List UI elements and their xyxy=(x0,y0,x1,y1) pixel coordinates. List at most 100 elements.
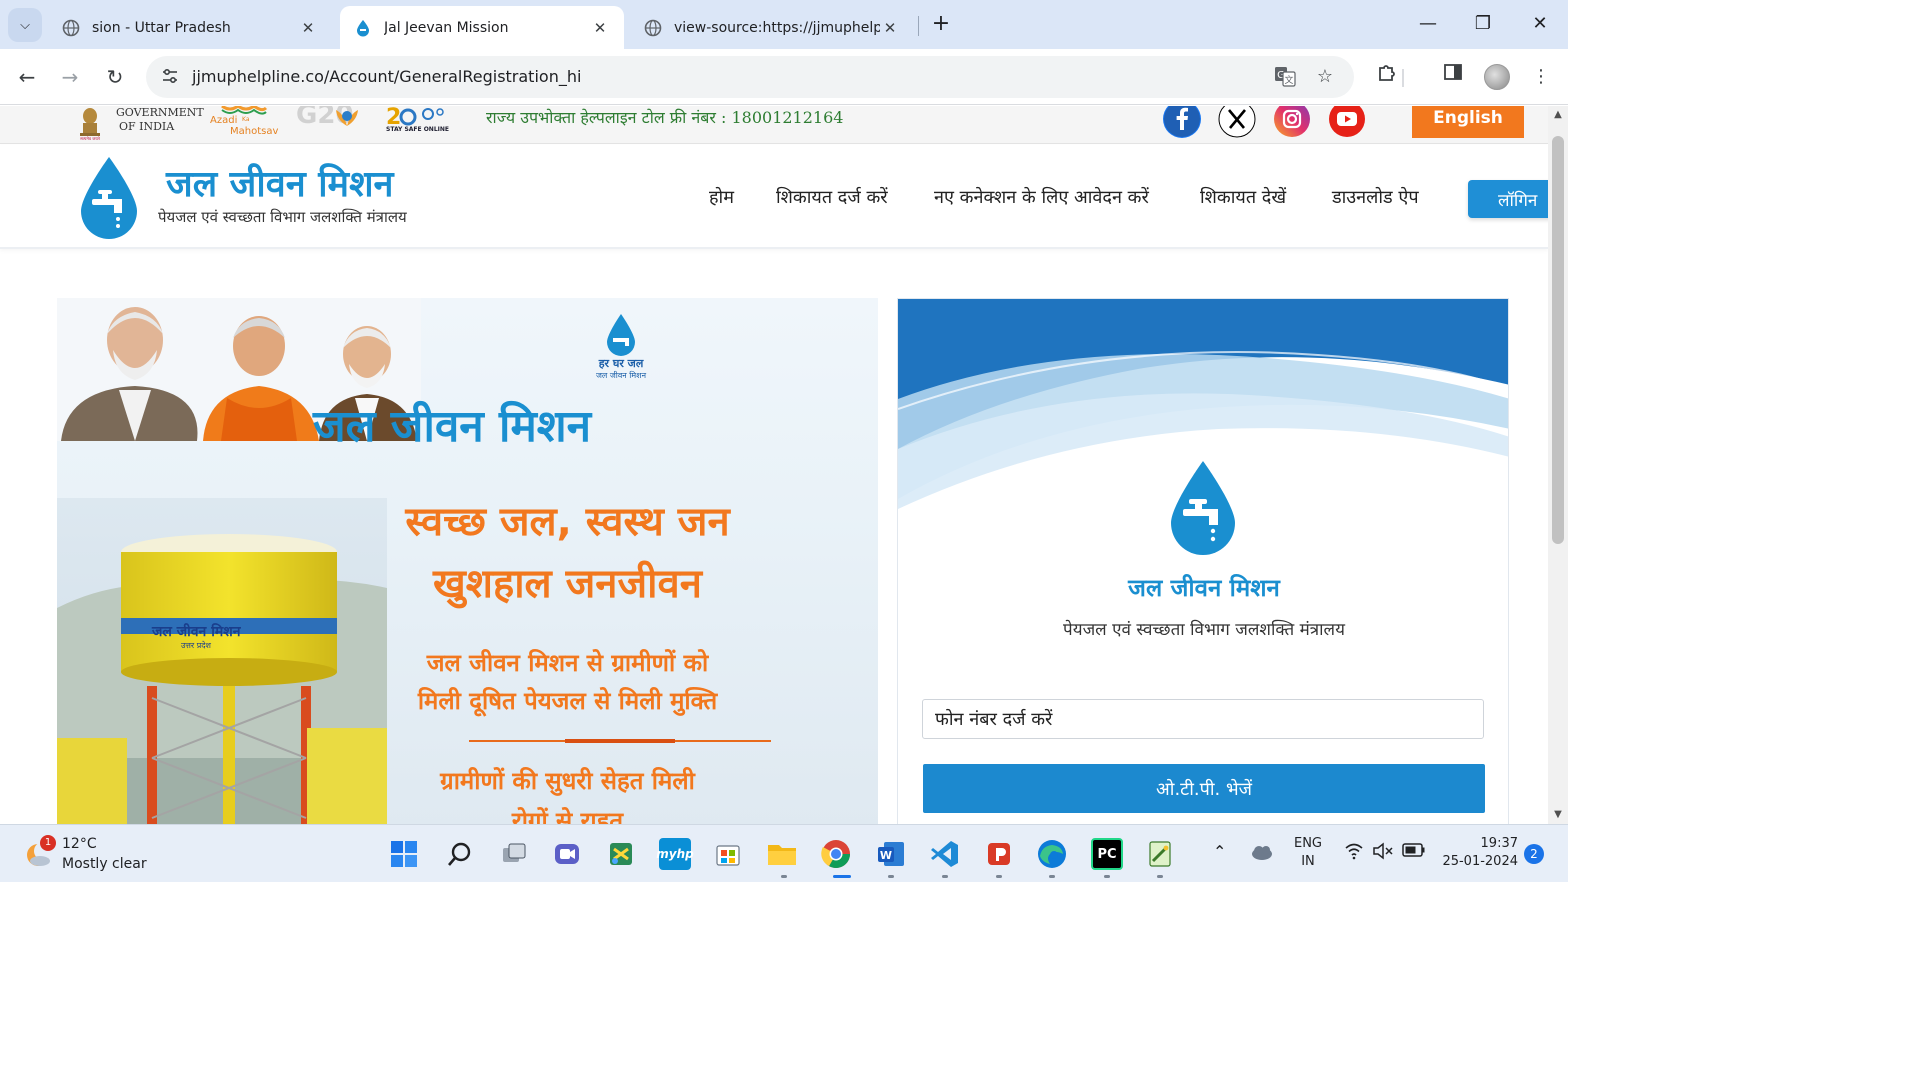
weather-temperature[interactable]: 12°C xyxy=(62,836,97,852)
nav-new-connection[interactable]: नए कनेक्शन के लिए आवेदन करें xyxy=(934,185,1149,209)
forward-arrow-icon[interactable]: → xyxy=(55,62,85,92)
toolbar-divider xyxy=(1402,69,1404,87)
language-indicator[interactable]: ENG IN xyxy=(1290,835,1326,871)
vertical-scrollbar[interactable]: ▲ ▼ xyxy=(1548,106,1568,824)
running-indicator xyxy=(781,875,787,878)
language-line1: ENG xyxy=(1293,836,1322,851)
tower-label-line1: जल जीवन मिशन xyxy=(152,624,241,640)
task-view-icon[interactable] xyxy=(498,838,530,870)
phone-number-input[interactable] xyxy=(922,699,1484,739)
tab-title: sion - Uttar Pradesh xyxy=(92,19,231,36)
tab-separator xyxy=(918,16,919,36)
banner-slogan-line1: स्वच्छ जल, स्वस्थ जन xyxy=(405,499,730,545)
profile-avatar[interactable] xyxy=(1484,64,1510,90)
stay-safe-online-logo: 2 STAY SAFE ONLINE xyxy=(384,106,449,138)
government-of-india-label: GOVERNMENT OF INDIA xyxy=(116,106,204,134)
battery-icon[interactable] xyxy=(1402,842,1426,862)
file-explorer-icon[interactable] xyxy=(766,838,798,870)
edge-icon[interactable] xyxy=(1036,838,1068,870)
teams-icon[interactable] xyxy=(551,838,583,870)
windows-start-icon[interactable] xyxy=(388,838,420,870)
banner-title: जल जीवन मिशन xyxy=(313,401,592,452)
puzzle-icon[interactable] xyxy=(1372,62,1402,92)
pycharm-icon[interactable]: PC xyxy=(1091,838,1123,870)
tab-view-source[interactable]: view-source:https://jjmuphelpli ✕ xyxy=(630,6,914,49)
running-indicator xyxy=(942,875,948,878)
windows-taskbar: 1 12°C Mostly clear myhp W PC ⌃ ENG IN 1… xyxy=(0,824,1568,882)
close-icon[interactable]: ✕ xyxy=(880,19,900,37)
weather-badge: 1 xyxy=(40,835,56,851)
scroll-down-arrow-icon[interactable]: ▼ xyxy=(1548,806,1568,824)
back-arrow-icon[interactable]: ← xyxy=(12,62,42,92)
english-language-button[interactable]: English xyxy=(1412,106,1524,138)
star-icon[interactable]: ☆ xyxy=(1312,65,1338,89)
chevron-up-icon[interactable]: ⌃ xyxy=(1213,842,1226,861)
close-icon[interactable]: ✕ xyxy=(1525,10,1555,38)
kebab-menu-icon[interactable]: ⋮ xyxy=(1526,62,1556,92)
tab-uttar-pradesh[interactable]: sion - Uttar Pradesh ✕ xyxy=(48,6,332,49)
nav-home[interactable]: होम xyxy=(709,185,734,209)
microsoft-store-icon[interactable] xyxy=(712,838,744,870)
search-icon[interactable] xyxy=(444,838,476,870)
language-line2: IN xyxy=(1301,854,1315,869)
youtube-icon[interactable] xyxy=(1328,106,1366,138)
system-clock[interactable]: 19:37 25-01-2024 xyxy=(1440,835,1518,871)
card-title: जल जीवन मिशन xyxy=(1128,574,1280,602)
nav-view-complaint[interactable]: शिकायत देखें xyxy=(1200,185,1286,209)
facebook-icon[interactable] xyxy=(1163,106,1201,138)
svg-text:W: W xyxy=(880,849,892,862)
nav-file-complaint[interactable]: शिकायत दर्ज करें xyxy=(776,185,888,209)
url-text[interactable]: jjmuphelpline.co/Account/GeneralRegistra… xyxy=(192,67,581,86)
weather-description[interactable]: Mostly clear xyxy=(62,856,147,872)
send-otp-button[interactable]: ओ.टी.पी. भेजें xyxy=(923,764,1485,813)
minimize-icon[interactable]: — xyxy=(1413,10,1443,38)
close-icon[interactable]: ✕ xyxy=(590,19,610,37)
browser-tab-bar: ⌵ sion - Uttar Pradesh ✕ Jal Jeevan Miss… xyxy=(0,0,1568,49)
clock-date: 25-01-2024 xyxy=(1442,854,1518,869)
restore-icon[interactable]: ❐ xyxy=(1468,10,1498,38)
myhp-icon[interactable]: myhp xyxy=(656,838,694,870)
card-subtitle: पेयजल एवं स्वच्छता विभाग जलशक्ति मंत्राल… xyxy=(1063,620,1345,640)
banner-message-line2: मिली दूषित पेयजल से मिली मुक्ति xyxy=(417,687,718,715)
svg-text:सत्यमेव जयते: सत्यमेव जयते xyxy=(80,136,100,140)
running-indicator xyxy=(1049,875,1055,878)
banner-footer-line2: रोगों से राहत xyxy=(511,807,624,824)
x-twitter-icon[interactable] xyxy=(1218,106,1256,138)
tune-icon[interactable] xyxy=(160,67,180,87)
jal-jeevan-mission-logo[interactable] xyxy=(78,155,140,241)
azadi-line2: Ka xyxy=(242,116,250,123)
active-indicator xyxy=(833,875,851,878)
goi-line2: OF INDIA xyxy=(119,120,175,133)
reload-icon[interactable]: ↻ xyxy=(100,62,130,92)
national-emblem-icon: सत्यमेव जयते xyxy=(74,106,106,141)
notepad-plus-icon[interactable] xyxy=(1144,838,1176,870)
site-brand-title[interactable]: जल जीवन मिशन xyxy=(166,163,394,207)
close-icon[interactable]: ✕ xyxy=(298,19,318,37)
side-panel-icon[interactable] xyxy=(1438,62,1468,92)
water-drop-icon xyxy=(354,19,372,37)
tab-jal-jeevan-mission[interactable]: Jal Jeevan Mission ✕ xyxy=(340,6,624,49)
onedrive-cloud-icon[interactable] xyxy=(1250,842,1274,866)
notification-badge[interactable]: 2 xyxy=(1524,844,1544,864)
address-bar[interactable]: jjmuphelpline.co/Account/GeneralRegistra… xyxy=(146,56,1354,98)
goi-line1: GOVERNMENT xyxy=(116,106,204,119)
globe-icon xyxy=(62,19,80,37)
speaker-muted-icon[interactable] xyxy=(1372,842,1394,864)
azadi-line1: Azadi xyxy=(210,115,238,126)
scroll-up-arrow-icon[interactable]: ▲ xyxy=(1548,106,1568,124)
powerpoint-icon[interactable] xyxy=(983,838,1015,870)
nav-download-app[interactable]: डाउनलोड ऐप xyxy=(1332,185,1419,209)
azadi-ka-amrit-mahotsav-logo: Azadi Ka Mahotsav xyxy=(208,106,278,138)
translate-icon[interactable]: G文 xyxy=(1272,65,1298,89)
wifi-icon[interactable] xyxy=(1344,842,1364,864)
word-icon[interactable]: W xyxy=(875,838,907,870)
instagram-icon[interactable] xyxy=(1273,106,1311,138)
login-button[interactable]: लॉगिन xyxy=(1468,180,1548,218)
banner-logo-line2: जल जीवन मिशन xyxy=(595,371,647,380)
plus-icon[interactable]: + xyxy=(928,11,954,37)
chevron-down-icon[interactable]: ⌵ xyxy=(8,8,42,42)
scrollbar-thumb[interactable] xyxy=(1552,136,1564,544)
chrome-icon[interactable] xyxy=(820,838,852,870)
snipping-tool-icon[interactable] xyxy=(605,838,637,870)
vscode-icon[interactable] xyxy=(929,838,961,870)
